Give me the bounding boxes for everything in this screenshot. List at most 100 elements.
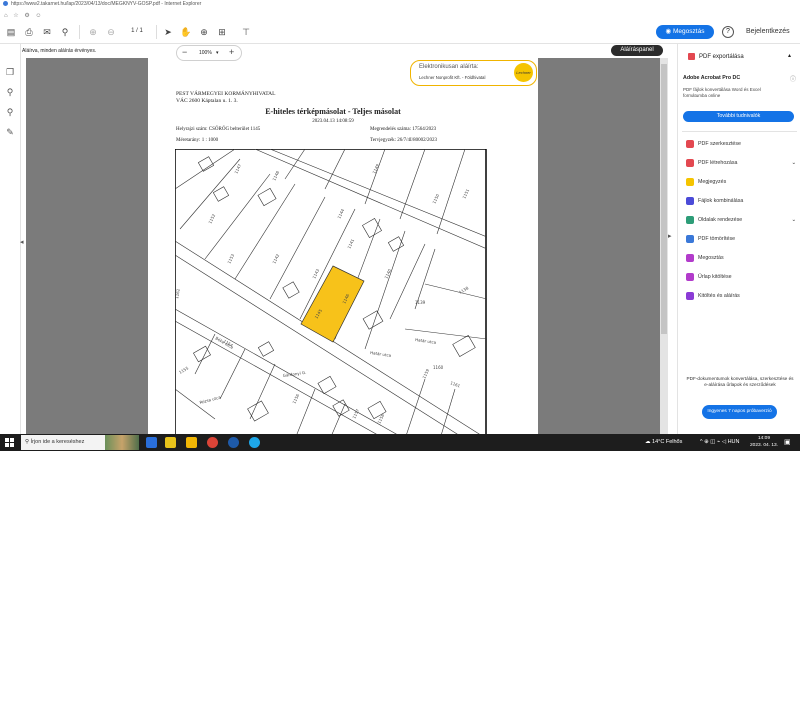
signature-panel-button[interactable]: Aláíráspanel bbox=[611, 45, 663, 56]
promo-text: PDF-dokumentumok konvertálása, szerkeszt… bbox=[686, 376, 794, 387]
settings-icon[interactable]: ⚙ bbox=[24, 12, 29, 19]
tool-compress-pdf[interactable]: PDF tömörítése bbox=[686, 233, 796, 245]
search-highlight-image bbox=[105, 435, 139, 450]
pages-thumbnail-icon[interactable]: ❐ bbox=[4, 66, 16, 78]
prev-page-icon[interactable]: ⊕ bbox=[87, 26, 99, 38]
tool-create-pdf[interactable]: PDF létrehozása ⌄ bbox=[686, 157, 796, 169]
zoom-out-button[interactable]: − bbox=[182, 47, 187, 58]
cloud-icon: ☁ bbox=[645, 439, 651, 445]
signature-bar: ✎ Aláírva, minden aláírás érvényes. Aláí… bbox=[0, 44, 668, 58]
signin-button[interactable]: Bejelentkezés bbox=[746, 25, 790, 39]
chevron-down-icon[interactable]: ⌄ bbox=[792, 157, 796, 169]
zoom-value[interactable]: 100% bbox=[199, 46, 212, 60]
sticky-notes-icon[interactable] bbox=[165, 437, 176, 448]
share-icon bbox=[686, 253, 694, 262]
comment-icon bbox=[686, 177, 694, 186]
combine-files-icon bbox=[686, 196, 694, 205]
internet-explorer-icon[interactable] bbox=[249, 437, 260, 448]
tool-share[interactable]: Megosztás bbox=[686, 252, 796, 264]
product-name: Adobe Acrobat Pro DC bbox=[683, 75, 741, 81]
browser-title-bar: https://www2.takarnet.hu/lap/2023/04/13/… bbox=[0, 0, 800, 9]
hand-tool-icon[interactable]: ✋ bbox=[180, 26, 192, 38]
collapse-right-icon[interactable]: ▸ bbox=[668, 232, 676, 246]
windows-start-icon[interactable] bbox=[5, 438, 14, 447]
signature-message: Aláírva, minden aláírás érvényes. bbox=[22, 48, 97, 54]
cadastral-map: 1145 Határ utca Határ utca Gárdonyi G. R… bbox=[175, 149, 487, 434]
collapse-export-icon[interactable]: ▴ bbox=[788, 52, 791, 59]
create-icon[interactable]: ▤ bbox=[5, 26, 17, 38]
clock[interactable]: 14:09 2023. 04. 13. bbox=[750, 435, 778, 449]
file-explorer-icon[interactable] bbox=[186, 437, 197, 448]
zoom-in-button[interactable]: + bbox=[229, 47, 234, 58]
scale-info: Méretarány: 1 : 1000 bbox=[176, 138, 219, 143]
favorites-bar: ⌂ ☆ ⚙ ☺ bbox=[0, 9, 800, 21]
svg-text:1160: 1160 bbox=[433, 365, 444, 370]
chevron-down-icon[interactable]: ⌄ bbox=[792, 214, 796, 226]
tool-combine-files[interactable]: Fájlok kombinálása bbox=[686, 195, 796, 207]
select-tool-icon[interactable]: ➤ bbox=[162, 26, 174, 38]
weather-widget[interactable]: ☁ 14°C Felhős bbox=[645, 434, 682, 451]
tool-edit-pdf[interactable]: PDF szerkesztése bbox=[686, 138, 796, 150]
pdf-page: Elektronikusan aláírta: Lechner Nonprofi… bbox=[148, 58, 538, 434]
learn-more-button[interactable]: További tudnivalók bbox=[683, 111, 794, 122]
signature-panel-icon[interactable]: ✎ bbox=[4, 126, 16, 138]
tools-panel: PDF exportálása ▴ Adobe Acrobat Pro DC ⓘ… bbox=[677, 44, 800, 434]
svg-text:1139: 1139 bbox=[415, 300, 426, 305]
email-icon[interactable]: ✉ bbox=[41, 26, 53, 38]
order-info: Megrendelés száma: 17564/2023 bbox=[370, 127, 437, 132]
left-navigation-rail: ❐ ⚲ ⚲ ✎ bbox=[0, 44, 21, 434]
plan-info: Tervjegyzék: 26/7/4I/80002/2023 bbox=[370, 138, 438, 143]
document-datetime: 2023.04.13 14:08:59 bbox=[312, 119, 354, 124]
document-heading: E-hiteles térképmásolat - Teljes másolat bbox=[265, 107, 401, 116]
office-name: PEST VÁRMEGYEI KORMÁNYHIVATAL bbox=[176, 91, 276, 97]
info-icon[interactable]: ⓘ bbox=[790, 74, 796, 83]
search-icon[interactable]: ⚲ bbox=[59, 26, 71, 38]
browser-logo-icon bbox=[3, 1, 8, 7]
taskbar-search-input[interactable]: ⚲ Írjon ide a kereséshez bbox=[21, 435, 139, 450]
fill-form-icon bbox=[686, 272, 694, 281]
edge-icon[interactable] bbox=[146, 437, 157, 448]
help-icon[interactable]: ? bbox=[722, 26, 734, 38]
parcel-info: Helyrajzi szám: CSÖRÖG belterület 1145 bbox=[176, 127, 261, 132]
export-panel-header[interactable]: PDF exportálása bbox=[688, 53, 744, 60]
stamp-signer: Lechner Nonprofit Kft. - Földhivatal bbox=[419, 75, 486, 80]
home-icon[interactable]: ⌂ bbox=[4, 13, 8, 19]
tool-organize-pages[interactable]: Oldalak rendezése ⌄ bbox=[686, 214, 796, 226]
product-description: PDF fájlok konvertálása Word és Excel fo… bbox=[683, 87, 761, 98]
organize-pages-icon bbox=[686, 215, 694, 224]
feedback-icon[interactable]: ☺ bbox=[35, 13, 41, 19]
share-button[interactable]: ◉ Megosztás bbox=[656, 25, 714, 39]
fill-sign-icon bbox=[686, 291, 694, 300]
zoom-dropdown-icon[interactable]: ▾ bbox=[216, 46, 219, 60]
tool-fill-sign[interactable]: Kitöltés és aláírás bbox=[686, 290, 796, 302]
create-pdf-icon bbox=[686, 158, 694, 167]
search-icon: ⚲ bbox=[25, 439, 30, 445]
acrobat-app-icon[interactable] bbox=[228, 437, 239, 448]
tool-comment[interactable]: Megjegyzés bbox=[686, 176, 796, 188]
favorites-icon[interactable]: ☆ bbox=[13, 12, 18, 19]
free-trial-button[interactable]: Ingyenes 7 napos próbaverzió bbox=[702, 405, 777, 419]
attachment-icon[interactable]: ⚲ bbox=[4, 86, 16, 98]
stamp-tool-icon[interactable]: ⊤ bbox=[240, 26, 252, 38]
next-page-icon[interactable]: ⊖ bbox=[105, 26, 117, 38]
edit-pdf-icon bbox=[686, 139, 694, 148]
chrome-icon[interactable] bbox=[207, 437, 218, 448]
zoom-in-icon[interactable]: ⊕ bbox=[198, 26, 210, 38]
tool-fill-form[interactable]: Űrlap kitöltése bbox=[686, 271, 796, 283]
signature-stamp[interactable]: Elektronikusan aláírta: Lechner Nonprofi… bbox=[410, 60, 537, 86]
notifications-icon[interactable]: ▣ bbox=[784, 438, 793, 447]
export-pdf-icon bbox=[688, 53, 695, 60]
windows-taskbar: ⚲ Írjon ide a kereséshez ☁ 14°C Felhős ^… bbox=[0, 434, 800, 451]
document-scrollbar[interactable] bbox=[660, 58, 668, 434]
system-tray[interactable]: ^ ⊕ ◫ ⌁ ◁ HUN bbox=[700, 434, 740, 451]
stamp-title: Elektronikusan aláírta: bbox=[419, 64, 479, 70]
browser-title: https://www2.takarnet.hu/lap/2023/04/13/… bbox=[11, 1, 202, 7]
search-panel-icon[interactable]: ⚲ bbox=[4, 106, 16, 118]
scrollbar-thumb[interactable] bbox=[661, 64, 667, 334]
volume-icon: ◁ bbox=[721, 439, 727, 445]
print-icon[interactable]: ⎙ bbox=[23, 26, 35, 38]
fit-page-icon[interactable]: ⊞ bbox=[216, 26, 228, 38]
document-viewport[interactable]: Elektronikusan aláírta: Lechner Nonprofi… bbox=[26, 58, 668, 434]
stamp-seal: Lechner bbox=[514, 63, 533, 82]
page-indicator[interactable]: 1 / 1 bbox=[124, 26, 150, 37]
